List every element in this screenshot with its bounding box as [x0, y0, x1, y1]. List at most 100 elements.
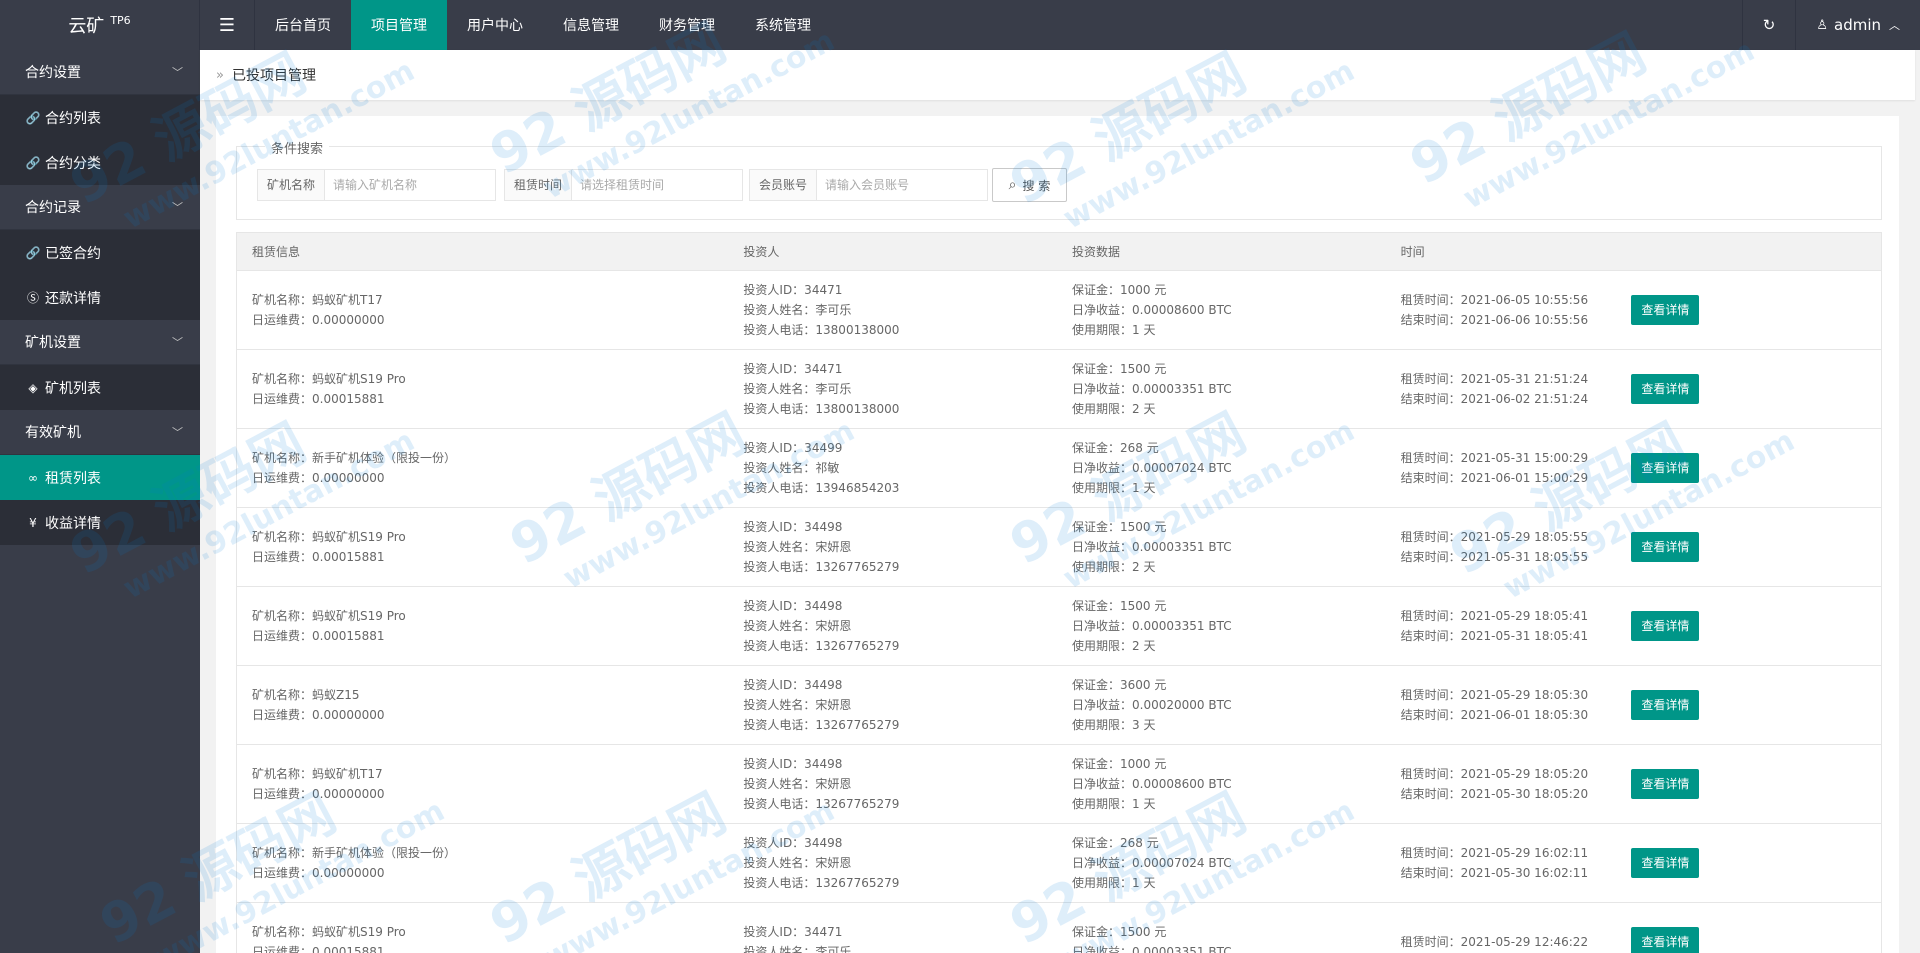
use-period: 使用期限：1 天 — [1072, 323, 1156, 337]
investor-phone: 投资人电话：13267765279 — [743, 560, 900, 574]
daily-fee: 日运维费：0.00000000 — [252, 787, 385, 801]
infinity-icon: ∞ — [28, 470, 38, 485]
lease-time-label: 租赁时间 — [505, 170, 573, 200]
user-name: admin — [1834, 16, 1881, 34]
member-account-field: 会员账号 — [749, 169, 989, 201]
sidebar-item-10[interactable]: ¥ 收益详情 — [0, 500, 200, 545]
deposit: 保证金：1500 元 — [1072, 925, 1167, 939]
daily-income: 日净收益：0.00008600 BTC — [1072, 303, 1232, 317]
logo-sup: TP6 — [110, 13, 131, 27]
view-detail-button[interactable]: 查看详情 — [1631, 295, 1700, 325]
nav-item-1[interactable]: 项目管理 — [351, 0, 447, 50]
daily-fee: 日运维费：0.00000000 — [252, 313, 385, 327]
deposit: 保证金：1500 元 — [1072, 362, 1167, 376]
link-icon: 🔗 — [25, 110, 41, 125]
machine-name-input[interactable] — [325, 170, 496, 200]
sidebar-item-9[interactable]: ∞ 租赁列表 — [0, 455, 200, 500]
cell-lease-info: 矿机名称：蚂蚁Z15 日运维费：0.00000000 — [237, 685, 728, 725]
view-detail-button[interactable]: 查看详情 — [1631, 848, 1700, 878]
investor-name: 投资人姓名：宋妍恩 — [743, 619, 852, 633]
lease-time-input[interactable] — [572, 170, 743, 200]
cell-lease-info: 矿机名称：蚂蚁矿机S19 Pro 日运维费：0.00015881 — [237, 922, 728, 953]
hamburger-icon[interactable]: ☰ — [200, 0, 255, 50]
machine-name-label: 矿机名称 — [258, 170, 326, 200]
link-icon: 🔗 — [25, 155, 41, 170]
sidebar-group-3[interactable]: 合约记录 ﹀ — [0, 185, 200, 230]
header-right: ↻ ♙ admin ︿ — [1741, 0, 1920, 50]
investor-name: 投资人姓名：宋妍恩 — [743, 856, 852, 870]
sidebar-group-label: 合约设置 — [25, 65, 81, 81]
member-account-input[interactable] — [817, 170, 988, 200]
table-row: 矿机名称：新手矿机体验（限投一份） 日运维费：0.00000000 投资人ID：34… — [237, 824, 1881, 903]
breadcrumb: » 已投项目管理 — [200, 50, 1915, 100]
machine-name: 矿机名称：蚂蚁矿机S19 Pro — [252, 609, 406, 623]
nav-item-3[interactable]: 信息管理 — [543, 0, 639, 50]
sidebar-item-5[interactable]: Ⓢ 还款详情 — [0, 275, 200, 320]
member-account-label: 会员账号 — [750, 170, 818, 200]
cell-action: 查看详情 — [1631, 690, 1881, 720]
cell-time: 租赁时间：2021-05-31 15:00:29 结束时间：2021-06-01 … — [1386, 448, 1632, 488]
nav-item-4[interactable]: 财务管理 — [639, 0, 735, 50]
cell-action: 查看详情 — [1631, 769, 1881, 799]
sidebar-item-2[interactable]: 🔗 合约分类 — [0, 140, 200, 185]
view-detail-button[interactable]: 查看详情 — [1631, 611, 1700, 641]
table-row: 矿机名称：新手矿机体验（限投一份） 日运维费：0.00000000 投资人ID：34… — [237, 429, 1881, 508]
sidebar-group-label: 有效矿机 — [25, 425, 81, 441]
use-period: 使用期限：2 天 — [1072, 560, 1156, 574]
sidebar-item-4[interactable]: 🔗 已签合约 — [0, 230, 200, 275]
view-detail-button[interactable]: 查看详情 — [1631, 927, 1700, 953]
investor-phone: 投资人电话：13800138000 — [743, 323, 900, 337]
view-detail-button[interactable]: 查看详情 — [1631, 690, 1700, 720]
chevron-down-icon: ﹀ — [172, 426, 183, 439]
cell-time: 租赁时间：2021-05-29 12:46:22 — [1386, 932, 1632, 952]
chevron-down-icon: ﹀ — [172, 201, 183, 214]
view-detail-button[interactable]: 查看详情 — [1631, 769, 1700, 799]
view-detail-button[interactable]: 查看详情 — [1631, 453, 1700, 483]
investor-name: 投资人姓名：祁敏 — [743, 461, 840, 475]
cell-investor: 投资人ID：34498 投资人姓名：宋妍恩 投资人电话：13267765279 — [728, 596, 1057, 656]
nav-item-0[interactable]: 后台首页 — [255, 0, 351, 50]
cell-invest-data: 保证金：1000 元日净收益：0.00008600 BTC 使用期限：1 天 — [1057, 280, 1386, 340]
refresh-icon[interactable]: ↻ — [1741, 0, 1796, 50]
logo[interactable]: 云矿 TP6 — [0, 0, 200, 50]
sidebar-item-1[interactable]: 🔗 合约列表 — [0, 95, 200, 140]
lease-start-time: 租赁时间：2021-05-29 18:05:30 — [1400, 688, 1589, 702]
sidebar-group-6[interactable]: 矿机设置 ﹀ — [0, 320, 200, 365]
machine-name: 矿机名称：蚂蚁矿机S19 Pro — [252, 530, 406, 544]
cell-time: 租赁时间：2021-05-29 18:05:55 结束时间：2021-05-31 … — [1386, 527, 1632, 567]
cell-action: 查看详情 — [1631, 453, 1881, 483]
investor-id: 投资人ID：34498 — [743, 836, 843, 850]
table-row: 矿机名称：蚂蚁矿机S19 Pro 日运维费：0.00015881 投资人ID：344… — [237, 903, 1881, 953]
sidebar-group-0[interactable]: 合约设置 ﹀ — [0, 50, 200, 95]
nav-item-5[interactable]: 系统管理 — [735, 0, 831, 50]
sidebar-group-label: 矿机设置 — [25, 335, 81, 351]
nav-item-2[interactable]: 用户中心 — [447, 0, 543, 50]
investor-name: 投资人姓名：李可乐 — [743, 303, 852, 317]
view-detail-button[interactable]: 查看详情 — [1631, 374, 1700, 404]
lease-table: 租赁信息 投资人 投资数据 时间 矿机名称：蚂蚁矿机T17 日运维费：0.0000… — [236, 232, 1882, 953]
user-menu[interactable]: ♙ admin ︿ — [1795, 0, 1920, 50]
cell-investor: 投资人ID：34498 投资人姓名：宋妍恩 投资人电话：13267765279 — [728, 833, 1057, 893]
header-invest-data: 投资数据 — [1072, 245, 1121, 259]
cell-time: 租赁时间：2021-05-29 16:02:11 结束时间：2021-05-30 … — [1386, 843, 1632, 883]
cell-lease-info: 矿机名称：新手矿机体验（限投一份） 日运维费：0.00000000 — [237, 843, 728, 883]
investor-name: 投资人姓名：宋妍恩 — [743, 777, 852, 791]
chevron-down-icon: ﹀ — [172, 336, 183, 349]
cell-action: 查看详情 — [1631, 295, 1881, 325]
cell-time: 租赁时间：2021-05-29 18:05:30 结束时间：2021-06-01 … — [1386, 685, 1632, 725]
deposit: 保证金：3600 元 — [1072, 678, 1167, 692]
sidebar: 合约设置 ﹀ 🔗 合约列表 🔗 合约分类 合约记录 ﹀ 🔗 已签合约 Ⓢ 还款详情 矿机设置 ﹀ ◈ 矿机列表… — [0, 50, 200, 953]
layers-icon: ◈ — [28, 380, 38, 395]
search-button[interactable]: ⌕ 搜 索 — [992, 168, 1067, 202]
use-period: 使用期限：1 天 — [1072, 481, 1156, 495]
daily-income: 日净收益：0.00003351 BTC — [1072, 945, 1232, 953]
sidebar-item-7[interactable]: ◈ 矿机列表 — [0, 365, 200, 410]
cell-action: 查看详情 — [1631, 927, 1881, 953]
cell-lease-info: 矿机名称：蚂蚁矿机S19 Pro 日运维费：0.00015881 — [237, 527, 728, 567]
investor-phone: 投资人电话：13946854203 — [743, 481, 900, 495]
view-detail-button[interactable]: 查看详情 — [1631, 532, 1700, 562]
user-icon: ♙ — [1816, 17, 1828, 33]
sidebar-group-8[interactable]: 有效矿机 ﹀ — [0, 410, 200, 455]
lease-end-time: 结束时间：2021-06-06 10:55:56 — [1400, 313, 1589, 327]
daily-income: 日净收益：0.00003351 BTC — [1072, 382, 1232, 396]
